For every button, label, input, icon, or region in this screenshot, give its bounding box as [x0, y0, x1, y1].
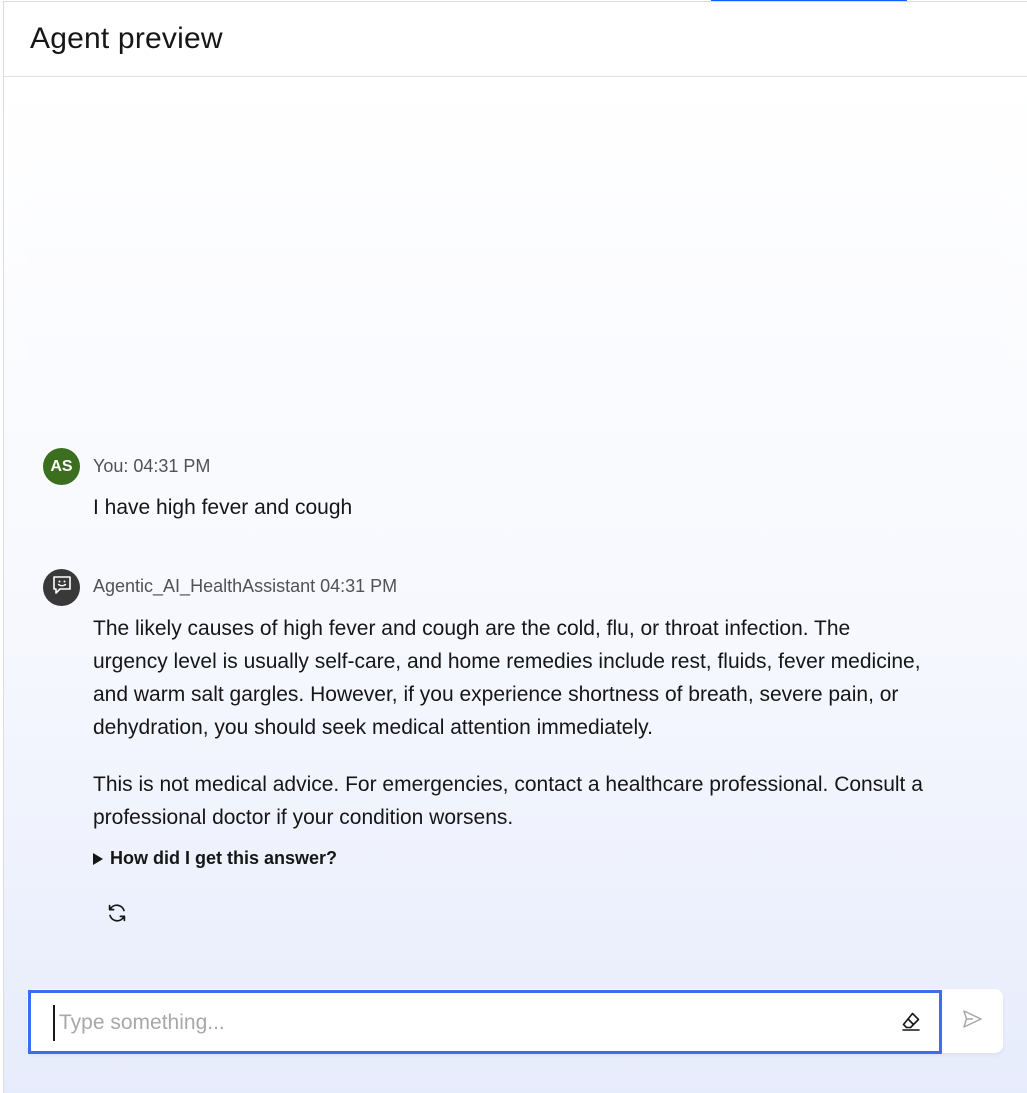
send-button[interactable]	[955, 1004, 989, 1038]
agent-message-disclaimer: This is not medical advice. For emergenc…	[93, 773, 923, 829]
user-message-text: I have high fever and cough	[93, 496, 353, 519]
clear-input-button[interactable]	[896, 1008, 926, 1038]
panel-header: Agent preview	[4, 2, 1027, 77]
chat-top-panel	[27, 77, 1002, 367]
refresh-icon	[105, 901, 129, 930]
user-avatar-initials: AS	[50, 457, 73, 475]
user-avatar: AS	[43, 448, 80, 485]
message-composer	[27, 989, 1003, 1054]
explain-answer-toggle[interactable]: How did I get this answer?	[93, 848, 337, 869]
page-title: Agent preview	[30, 22, 223, 55]
explain-answer-label: How did I get this answer?	[110, 848, 338, 868]
eraser-icon	[899, 1009, 923, 1038]
agent-message-meta: Agentic_AI_HealthAssistant 04:31 PM	[93, 576, 398, 596]
disclosure-triangle-icon	[93, 852, 103, 865]
message-input-box[interactable]	[28, 990, 942, 1054]
agent-message-paragraph: The likely causes of high fever and coug…	[93, 617, 921, 739]
agent-preview-panel: Agent preview AS You: 04:31 PM I have hi…	[3, 1, 1027, 1093]
chat-bot-icon	[51, 574, 73, 601]
agent-avatar	[43, 569, 80, 606]
send-icon	[960, 1007, 984, 1036]
user-message-meta: You: 04:31 PM	[93, 456, 211, 476]
regenerate-button[interactable]	[102, 900, 132, 930]
chat-area[interactable]: AS You: 04:31 PM I have high fever and c…	[4, 77, 1027, 1093]
message-input[interactable]	[53, 1005, 873, 1041]
